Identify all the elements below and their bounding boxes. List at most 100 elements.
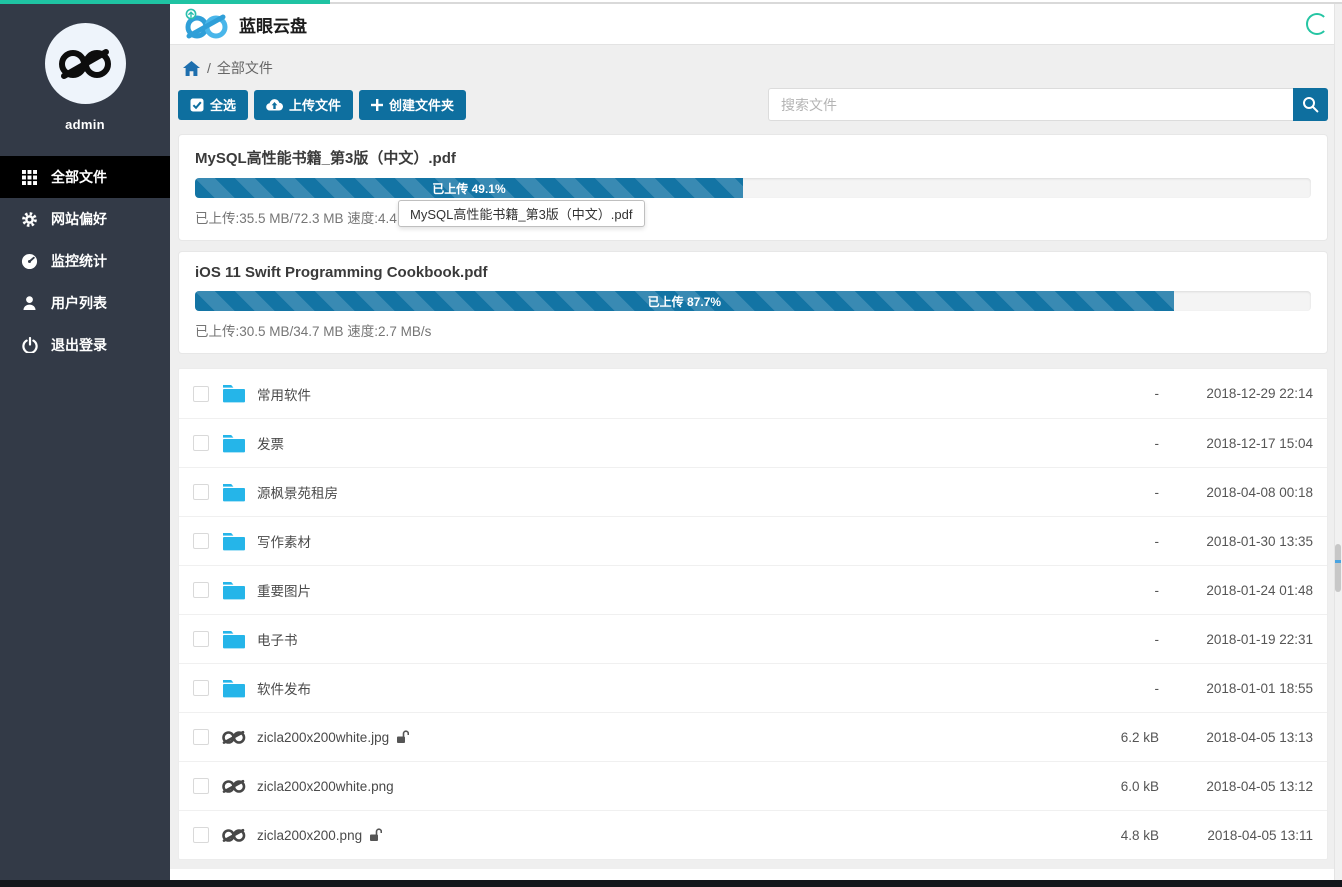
upload-progress-label: 已上传 49.1% xyxy=(432,180,505,197)
gauge-icon xyxy=(21,253,38,270)
file-thumbnail-icon xyxy=(221,827,247,844)
file-thumbnail-icon xyxy=(221,778,247,795)
table-row[interactable]: 软件发布 - 2018-01-01 18:55 xyxy=(179,663,1327,712)
folder-icon xyxy=(221,483,247,502)
file-date: 2018-04-05 13:13 xyxy=(1159,730,1323,745)
upload-progress-fill: 已上传 87.7% xyxy=(195,291,1174,311)
cloud-upload-icon xyxy=(266,98,283,111)
create-folder-button[interactable]: 创建文件夹 xyxy=(359,90,466,120)
upload-file-button[interactable]: 上传文件 xyxy=(254,90,353,120)
folder-icon xyxy=(221,384,247,403)
folder-icon xyxy=(221,630,247,649)
avatar[interactable] xyxy=(45,23,126,104)
user-icon xyxy=(21,295,38,312)
table-row[interactable]: zicla200x200white.png 6.0 kB 2018-04-05 … xyxy=(179,761,1327,810)
upload-file-label: 上传文件 xyxy=(289,95,341,114)
upload-filename: iOS 11 Swift Programming Cookbook.pdf xyxy=(195,264,1311,281)
file-date: 2018-12-17 15:04 xyxy=(1159,436,1323,451)
table-row[interactable]: zicla200x200.png 4.8 kB 2018-04-05 13:11 xyxy=(179,810,1327,859)
row-checkbox[interactable] xyxy=(193,729,209,745)
row-checkbox[interactable] xyxy=(193,435,209,451)
row-checkbox[interactable] xyxy=(193,778,209,794)
file-date: 2018-04-08 00:18 xyxy=(1159,485,1323,500)
file-date: 2018-01-01 18:55 xyxy=(1159,681,1323,696)
file-list: 常用软件 - 2018-12-29 22:14 发票 - 2018-12-17 … xyxy=(178,368,1328,860)
file-name[interactable]: 软件发布 xyxy=(257,678,1039,698)
sidebar-item-user-list[interactable]: 用户列表 xyxy=(0,282,170,324)
breadcrumb-separator: / xyxy=(207,60,211,76)
unlock-icon xyxy=(369,828,382,842)
unlock-icon xyxy=(396,730,409,744)
file-name[interactable]: 常用软件 xyxy=(257,384,1039,404)
check-square-icon xyxy=(190,98,204,112)
file-name[interactable]: 电子书 xyxy=(257,629,1039,649)
file-name[interactable]: zicla200x200white.jpg xyxy=(257,730,1039,745)
file-size: - xyxy=(1039,681,1159,696)
sidebar-item-logout[interactable]: 退出登录 xyxy=(0,324,170,366)
row-checkbox[interactable] xyxy=(193,386,209,402)
file-size: - xyxy=(1039,386,1159,401)
sidebar-item-site-preferences[interactable]: 网站偏好 xyxy=(0,198,170,240)
sidebar: admin 全部文件 网站偏好 xyxy=(0,0,170,880)
table-row[interactable]: 重要图片 - 2018-01-24 01:48 xyxy=(179,565,1327,614)
main-area: 蓝眼云盘 / 全部文件 全选 上传文件 创建文件夹 xyxy=(170,0,1342,880)
sidebar-item-label: 监控统计 xyxy=(51,251,107,271)
file-name[interactable]: zicla200x200white.png xyxy=(257,779,1039,794)
file-date: 2018-12-29 22:14 xyxy=(1159,386,1323,401)
table-row[interactable]: 写作素材 - 2018-01-30 13:35 xyxy=(179,516,1327,565)
file-size: 6.2 kB xyxy=(1039,730,1159,745)
grid-icon xyxy=(21,169,38,186)
row-checkbox[interactable] xyxy=(193,680,209,696)
search-button[interactable] xyxy=(1293,88,1328,121)
file-date: 2018-01-19 22:31 xyxy=(1159,632,1323,647)
row-checkbox[interactable] xyxy=(193,582,209,598)
file-name-text: zicla200x200.png xyxy=(257,828,362,843)
file-name[interactable]: 写作素材 xyxy=(257,531,1039,551)
scrollbar[interactable] xyxy=(1334,4,1342,880)
file-size: 6.0 kB xyxy=(1039,779,1159,794)
file-name[interactable]: 重要图片 xyxy=(257,580,1039,600)
upload-filename-tooltip: MySQL高性能书籍_第3版（中文）.pdf xyxy=(398,200,645,227)
sidebar-nav: 全部文件 网站偏好 监控统计 xyxy=(0,156,170,366)
table-row[interactable]: 发票 - 2018-12-17 15:04 xyxy=(179,418,1327,467)
upload-stats: 已上传:35.5 MB/72.3 MB 速度:4.4 MB/s xyxy=(195,207,1311,227)
search-icon xyxy=(1302,96,1319,113)
scrollbar-thumb[interactable] xyxy=(1335,544,1341,592)
bottom-strip xyxy=(0,880,1342,887)
row-checkbox[interactable] xyxy=(193,631,209,647)
sidebar-item-label: 全部文件 xyxy=(51,167,107,187)
row-checkbox[interactable] xyxy=(193,827,209,843)
sidebar-item-label: 网站偏好 xyxy=(51,209,107,229)
file-size: - xyxy=(1039,583,1159,598)
file-size: - xyxy=(1039,534,1159,549)
scroll-marker xyxy=(1335,560,1341,563)
upload-progress-bar: 已上传 87.7% xyxy=(195,291,1311,311)
select-all-button[interactable]: 全选 xyxy=(178,90,248,120)
sidebar-item-label: 退出登录 xyxy=(51,335,107,355)
upload-stats: 已上传:30.5 MB/34.7 MB 速度:2.7 MB/s xyxy=(195,320,1311,340)
row-checkbox[interactable] xyxy=(193,484,209,500)
sidebar-item-all-files[interactable]: 全部文件 xyxy=(0,156,170,198)
breadcrumb-current[interactable]: 全部文件 xyxy=(217,58,273,78)
file-name[interactable]: zicla200x200.png xyxy=(257,828,1039,843)
home-icon[interactable] xyxy=(183,61,200,76)
upload-card: MySQL高性能书籍_第3版（中文）.pdf 已上传 49.1% MySQL高性… xyxy=(178,134,1328,241)
folder-icon xyxy=(221,679,247,698)
page-loading-bar xyxy=(0,0,330,4)
upload-progress-fill: 已上传 49.1% xyxy=(195,178,743,198)
file-name[interactable]: 源枫景苑租房 xyxy=(257,482,1039,502)
table-row[interactable]: zicla200x200white.jpg 6.2 kB 2018-04-05 … xyxy=(179,712,1327,761)
sidebar-item-monitor-stats[interactable]: 监控统计 xyxy=(0,240,170,282)
gear-icon xyxy=(21,211,38,228)
row-checkbox[interactable] xyxy=(193,533,209,549)
table-row[interactable]: 电子书 - 2018-01-19 22:31 xyxy=(179,614,1327,663)
file-date: 2018-01-30 13:35 xyxy=(1159,534,1323,549)
create-folder-label: 创建文件夹 xyxy=(389,95,454,114)
folder-icon xyxy=(221,434,247,453)
search-input[interactable] xyxy=(768,88,1293,121)
table-row[interactable]: 常用软件 - 2018-12-29 22:14 xyxy=(179,369,1327,418)
file-name[interactable]: 发票 xyxy=(257,433,1039,453)
file-size: - xyxy=(1039,632,1159,647)
table-row[interactable]: 源枫景苑租房 - 2018-04-08 00:18 xyxy=(179,467,1327,516)
username: admin xyxy=(0,117,170,132)
